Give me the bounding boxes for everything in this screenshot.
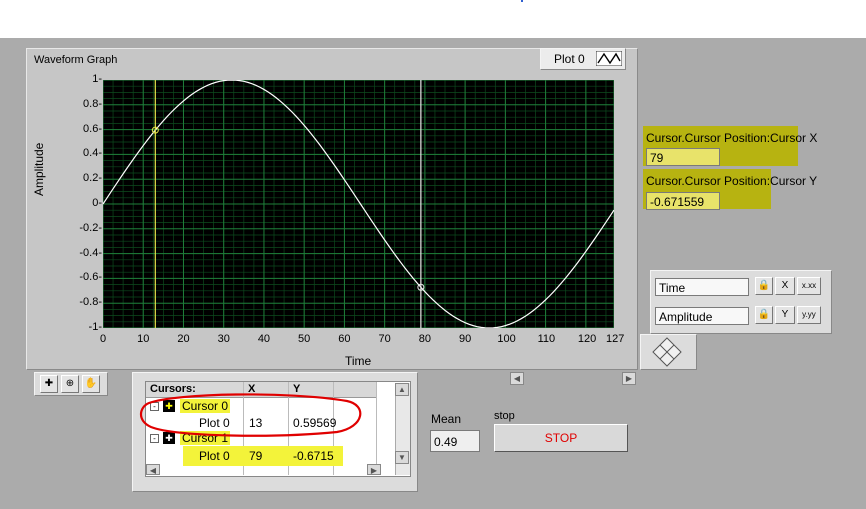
- cursor-x-label: Cursor.Cursor Position:Cursor X: [646, 131, 818, 145]
- mean-field: 0.49: [430, 430, 480, 452]
- y-axis-label: Amplitude: [32, 142, 46, 196]
- y-tick-label: 0.8-: [83, 97, 102, 110]
- cursor-y-label: Cursor.Cursor Position:Cursor Y: [646, 174, 818, 188]
- y-format-icon[interactable]: y.yy: [797, 306, 821, 324]
- x-tick-label: 20: [177, 333, 190, 345]
- x-tick-label: 110: [537, 333, 556, 345]
- x-tick-label: 120: [577, 333, 597, 345]
- plot-row-x: 79: [249, 449, 263, 463]
- plot-legend[interactable]: Plot 0: [540, 48, 626, 70]
- plot-row-y: -0.6715: [293, 449, 334, 463]
- scroll-left-arrow[interactable]: ◀: [510, 372, 524, 385]
- x-tick-label: 80: [418, 333, 431, 345]
- front-panel: Waveform Graph Plot 0 Amplitude Time ✚ ⊕…: [0, 38, 866, 509]
- pan-tool-icon[interactable]: ✋: [82, 375, 100, 393]
- graph-title: Waveform Graph: [34, 54, 118, 66]
- cursor-tool-icon[interactable]: ✚: [40, 375, 58, 393]
- y-tick-label: 1-: [92, 73, 102, 85]
- scroll-right-arrow[interactable]: ▶: [367, 464, 381, 475]
- cursor-y-field: -0.671559: [646, 192, 720, 210]
- top-dot: [521, 0, 523, 2]
- x-scale-name[interactable]: Time: [655, 278, 749, 296]
- zoom-tool-icon[interactable]: ⊕: [61, 375, 79, 393]
- x-tick-label: 30: [217, 333, 230, 345]
- scroll-down-arrow[interactable]: ▼: [395, 451, 409, 464]
- cursor-x-field: 79: [646, 148, 720, 166]
- plot-area[interactable]: [103, 80, 614, 328]
- scroll-left-arrow[interactable]: ◀: [146, 464, 160, 475]
- y-tick-label: 0.2-: [83, 172, 102, 185]
- x-format-icon[interactable]: x.xx: [797, 277, 821, 295]
- x-tick-label: 40: [257, 333, 271, 345]
- stop-button-label: STOP: [544, 431, 578, 445]
- cursor-mover[interactable]: [640, 334, 697, 370]
- stop-label: stop: [494, 410, 515, 422]
- y-tick-label: -0.4-: [79, 246, 102, 259]
- x-tick-label: 90: [459, 333, 472, 345]
- plot-row-label: Plot 0: [199, 449, 230, 463]
- x-tick-label: 100: [497, 333, 516, 345]
- x-tick-label: 0: [99, 333, 107, 345]
- x-tick-label: 70: [378, 333, 391, 345]
- y-tick-label: 0.6-: [83, 122, 102, 135]
- cursor-legend: Cursors: X Y - ✚ Cursor 0 Plot 0 13 0.59…: [132, 372, 418, 492]
- y-tick-label: -0.8-: [79, 296, 102, 309]
- y-lock-icon[interactable]: 🔒: [755, 306, 773, 324]
- y-tick-label: -0.6-: [79, 271, 102, 284]
- x-tick-label: 127: [606, 333, 625, 345]
- y-autoscale-icon[interactable]: Y: [775, 306, 795, 324]
- x-axis-label: Time: [345, 354, 372, 368]
- plot-line-icon: [596, 51, 622, 66]
- x-autoscale-icon[interactable]: X: [775, 277, 795, 295]
- plot-legend-label: Plot 0: [554, 52, 585, 66]
- scroll-up-arrow[interactable]: ▲: [395, 383, 409, 396]
- x-tick-label: 60: [338, 333, 351, 345]
- scale-legend: Time 🔒 X x.xx Amplitude 🔒 Y y.yy: [650, 270, 832, 334]
- x-tick-label: 50: [298, 333, 311, 345]
- y-tick-label: 0-: [92, 197, 102, 209]
- x-lock-icon[interactable]: 🔒: [755, 277, 773, 295]
- scroll-right-arrow[interactable]: ▶: [622, 372, 636, 385]
- y-scale-name[interactable]: Amplitude: [655, 307, 749, 325]
- x-tick-label: 10: [137, 333, 150, 345]
- y-tick-label: -1-: [88, 321, 102, 333]
- red-annotation-oval: [139, 393, 362, 437]
- y-tick-label: -0.2-: [79, 221, 102, 234]
- stop-button[interactable]: STOP: [494, 424, 628, 452]
- mean-label: Mean: [431, 412, 462, 426]
- graph-palette: ✚ ⊕ ✋: [34, 372, 108, 396]
- diamond-move-icon: [652, 337, 682, 367]
- y-tick-label: 0.4-: [83, 147, 102, 160]
